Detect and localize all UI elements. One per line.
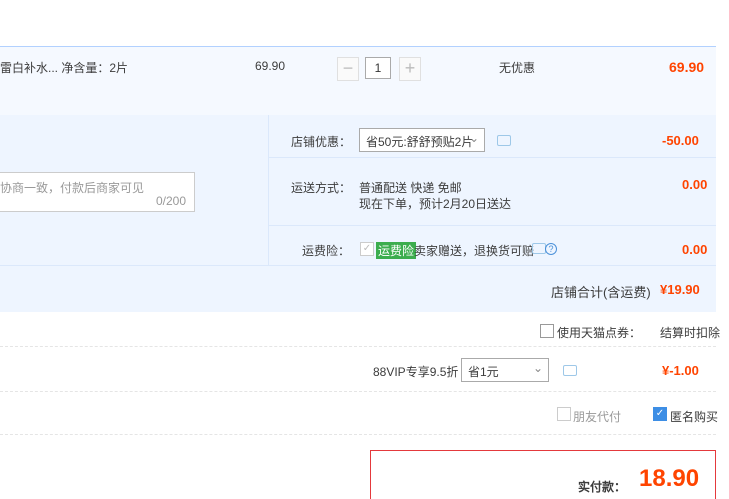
anonymous-purchase-checkbox[interactable]: ✓ (653, 407, 667, 421)
help-icon[interactable]: ? (545, 243, 557, 255)
shipping-method: 普通配送 快递 免邮 (359, 181, 462, 195)
friend-pay-label: 朋友代付 (573, 410, 622, 424)
insurance-checkbox: ✓ (360, 242, 374, 256)
item-discount-text: 无优惠 (499, 61, 536, 75)
seller-message-counter: 0/200 (155, 194, 186, 208)
payment-summary-box: 实付款： 18.90 (370, 450, 716, 499)
chevron-down-icon: ⌄ (468, 131, 479, 145)
row-divider (0, 346, 716, 347)
shop-coupon-amount: -50.00 (662, 133, 699, 148)
vip-discount-label: 88VIP专享9.5折 (373, 365, 459, 379)
vip-discount-select[interactable]: 省1元 ⌄ (461, 358, 549, 382)
item-title[interactable]: 雷白补水... 净含量：2片 (0, 59, 128, 76)
vip-discount-value: 省1元 (468, 365, 499, 379)
decrease-quantity-button[interactable]: − (337, 57, 359, 81)
shop-total-label: 店铺合计(含运费) (551, 285, 651, 300)
shipping-amount: 0.00 (682, 177, 708, 192)
row-divider (0, 391, 716, 392)
panel-divider (0, 265, 716, 266)
cart-item-row: 雷白补水... 净含量：2片 69.90 − 1 + 无优惠 69.90 (0, 46, 716, 115)
chevron-down-icon: ⌄ (532, 361, 543, 375)
shop-summary-panel: 协商一致，付款后商家可见 0/200 店铺优惠： 省50元:舒舒预贴2片 ⌄ -… (0, 115, 716, 312)
shipping-eta: 现在下单，预计2月20日送达 (359, 197, 512, 211)
anonymous-purchase-label: 匿名购买 (670, 410, 719, 424)
tmall-points-note: 结算时扣除 (660, 326, 721, 340)
tmall-points-label: 使用天猫点券： (557, 326, 642, 340)
message-icon[interactable] (563, 365, 577, 376)
shop-coupon-select[interactable]: 省50元:舒舒预贴2片 ⌄ (359, 128, 485, 152)
insurance-amount: 0.00 (682, 242, 708, 257)
quantity-input[interactable]: 1 (365, 57, 391, 79)
friend-pay-checkbox[interactable] (557, 407, 571, 421)
panel-divider (269, 157, 716, 158)
increase-quantity-button[interactable]: + (399, 57, 421, 81)
seller-message-placeholder: 协商一致，付款后商家可见 (0, 181, 145, 195)
shop-coupon-value: 省50元:舒舒预贴2片 (366, 135, 474, 149)
payment-amount: 18.90 (639, 465, 700, 492)
message-icon[interactable] (497, 135, 511, 146)
row-divider (0, 434, 716, 435)
item-subtotal: 69.90 (669, 59, 705, 75)
insurance-label: 运费险： (302, 244, 351, 258)
shop-coupon-label: 店铺优惠： (291, 135, 352, 149)
vip-discount-amount: ¥-1.00 (662, 363, 699, 378)
message-icon[interactable] (532, 243, 546, 254)
insurance-text: 卖家赠送，退换货可赔 (414, 244, 535, 258)
payment-label: 实付款： (578, 480, 627, 494)
item-unit-price: 69.90 (255, 59, 286, 73)
seller-message-textarea[interactable]: 协商一致，付款后商家可见 0/200 (0, 172, 195, 212)
shipping-label: 运送方式： (291, 181, 352, 195)
insurance-tag: 运费险 (376, 242, 417, 259)
shop-total-value: ¥19.90 (660, 282, 700, 297)
tmall-points-checkbox[interactable] (540, 324, 554, 338)
panel-divider (268, 115, 269, 265)
panel-divider (269, 225, 716, 226)
